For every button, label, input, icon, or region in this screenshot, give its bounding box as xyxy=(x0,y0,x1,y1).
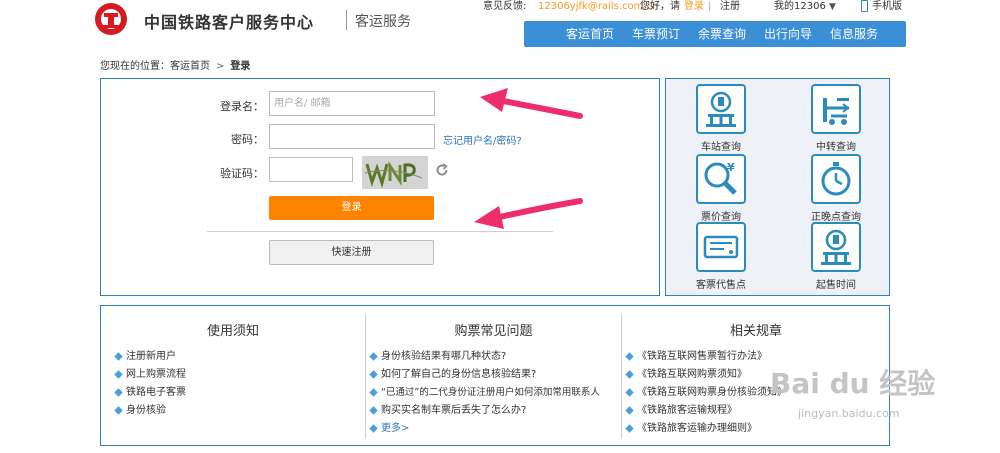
my-12306-menu[interactable]: 我的12306 xyxy=(774,0,826,14)
diamond-bullet-icon xyxy=(625,424,634,433)
service-sale-time[interactable]: 起售时间 xyxy=(796,219,876,291)
diamond-bullet-icon xyxy=(369,388,378,397)
breadcrumb-separator: > xyxy=(216,61,225,72)
diamond-bullet-icon xyxy=(625,406,634,415)
diamond-bullet-icon xyxy=(114,370,123,379)
ticket-agent-icon xyxy=(696,222,746,272)
list-item[interactable]: “已通过”的二代身份证注册用户如何添加常用联系人 xyxy=(369,384,600,402)
more-link[interactable]: 更多> xyxy=(369,420,600,438)
nav-item-booking[interactable]: 车票预订 xyxy=(632,21,680,47)
site-title: 中国铁路客户服务中心 xyxy=(144,13,315,32)
list-item[interactable]: 身份核验结果有哪几种状态? xyxy=(369,348,600,366)
form-divider xyxy=(207,231,553,232)
regulations-list: 《铁路互联网售票暂行办法》 《铁路互联网购票须知》 《铁路互联网购票身份核验须知… xyxy=(625,348,787,438)
service-label: 客票代售点 xyxy=(696,280,746,291)
quick-service-panel: 车站查询 中转查询 ¥ 票价查询 正晚点查询 客票代售点 起售时间 xyxy=(665,78,890,296)
price-search-icon: ¥ xyxy=(696,154,746,204)
mobile-version-link[interactable]: 手机版 xyxy=(872,0,902,14)
station-icon xyxy=(696,84,746,134)
list-item[interactable]: 如何了解自己的身份信息核验结果? xyxy=(369,366,600,384)
column-title: 使用须知 xyxy=(206,324,259,339)
usage-notice-list: 注册新用户 网上购票流程 铁路电子客票 身份核验 xyxy=(114,348,186,420)
clock-icon xyxy=(811,154,861,204)
list-item[interactable]: 《铁路互联网售票暂行办法》 xyxy=(625,348,787,366)
faq-column: 购票常见问题 身份核验结果有哪几种状态? 如何了解自己的身份信息核验结果? “已… xyxy=(366,306,621,447)
nav-item-remaining-tickets[interactable]: 余票查询 xyxy=(698,21,746,47)
site-header: 中国铁路客户服务中心 客运服务 意见反馈: 12306yjfk@rails.co… xyxy=(0,0,1000,48)
password-input[interactable] xyxy=(269,124,435,149)
list-item[interactable]: 《铁路互联网购票须知》 xyxy=(625,366,787,384)
service-price-query[interactable]: ¥ 票价查询 xyxy=(681,151,761,223)
usage-notice-column: 使用须知 注册新用户 网上购票流程 铁路电子客票 身份核验 xyxy=(101,306,365,447)
list-item[interactable]: 《铁路旅客运输办理细则》 xyxy=(625,420,787,438)
column-title: 相关规章 xyxy=(729,324,782,339)
chevron-down-icon[interactable]: ▼ xyxy=(829,0,836,14)
breadcrumb-home-link[interactable]: 客运首页 xyxy=(170,61,210,72)
topbar-divider: | xyxy=(708,1,712,12)
service-delay-query[interactable]: 正晚点查询 xyxy=(796,151,876,223)
service-label: 起售时间 xyxy=(816,280,856,291)
login-button[interactable]: 登录 xyxy=(269,196,434,220)
breadcrumb-prefix: 您现在的位置： xyxy=(100,61,170,72)
breadcrumb: 您现在的位置：客运首页 > 登录 xyxy=(100,57,250,72)
watermark-url: jingyan.baidu.com xyxy=(798,407,900,420)
title-divider xyxy=(346,10,347,30)
list-item[interactable]: 铁路电子客票 xyxy=(114,384,186,402)
transfer-icon xyxy=(811,84,861,134)
captcha-label: 验证码： xyxy=(220,167,264,180)
diamond-bullet-icon xyxy=(114,388,123,397)
login-panel: 登录名： 密码： 忘记用户名/密码? 验证码： 登录 快速注册 xyxy=(100,78,660,296)
list-item[interactable]: 购买实名制车票后丢失了怎么办? xyxy=(369,402,600,420)
password-label: 密码： xyxy=(231,133,264,146)
forgot-password-link[interactable]: 忘记用户名/密码? xyxy=(443,132,522,147)
list-item[interactable]: 《铁路互联网购票身份核验须知》 xyxy=(625,384,787,402)
service-ticket-agent[interactable]: 客票代售点 xyxy=(681,219,761,291)
diamond-bullet-icon xyxy=(369,406,378,415)
username-input[interactable] xyxy=(269,91,435,116)
faq-list: 身份核验结果有哪几种状态? 如何了解自己的身份信息核验结果? “已通过”的二代身… xyxy=(369,348,600,438)
diamond-bullet-icon xyxy=(625,352,634,361)
quick-register-button[interactable]: 快速注册 xyxy=(269,240,434,265)
username-label: 登录名： xyxy=(220,100,264,113)
list-item[interactable]: 网上购票流程 xyxy=(114,366,186,384)
service-transfer-query[interactable]: 中转查询 xyxy=(796,81,876,153)
diamond-bullet-icon xyxy=(369,424,378,433)
diamond-bullet-icon xyxy=(625,388,634,397)
sale-time-icon xyxy=(811,222,861,272)
diamond-bullet-icon xyxy=(114,352,123,361)
refresh-icon[interactable] xyxy=(435,163,449,177)
mobile-phone-icon[interactable] xyxy=(861,0,868,12)
diamond-bullet-icon xyxy=(369,352,378,361)
svg-text:¥: ¥ xyxy=(727,161,735,174)
watermark-main: Bai du 经验 xyxy=(770,367,936,400)
diamond-bullet-icon xyxy=(369,370,378,379)
breadcrumb-current: 登录 xyxy=(230,61,251,72)
nav-item-home[interactable]: 客运首页 xyxy=(566,21,614,47)
header-login-link[interactable]: 登录 xyxy=(684,0,704,14)
captcha-input[interactable] xyxy=(269,157,353,182)
list-item[interactable]: 注册新用户 xyxy=(114,348,186,366)
service-station-query[interactable]: 车站查询 xyxy=(681,81,761,153)
china-railway-logo-icon[interactable] xyxy=(94,2,128,36)
nav-item-info-service[interactable]: 信息服务 xyxy=(830,21,878,47)
greeting-text: 您好，请 xyxy=(640,1,680,12)
baidu-jingyan-watermark: Bai du 经验 jingyan.baidu.com xyxy=(770,362,940,432)
list-item[interactable]: 《铁路旅客运输规程》 xyxy=(625,402,787,420)
list-item[interactable]: 身份核验 xyxy=(114,402,186,420)
main-nav: 客运首页 车票预订 余票查询 出行向导 信息服务 xyxy=(524,21,906,47)
diamond-bullet-icon xyxy=(625,370,634,379)
column-title: 购票常见问题 xyxy=(454,324,533,339)
site-subtitle: 客运服务 xyxy=(355,14,411,30)
captcha-image[interactable] xyxy=(362,156,428,189)
header-register-link[interactable]: 注册 xyxy=(720,0,740,14)
nav-item-travel-guide[interactable]: 出行向导 xyxy=(764,21,812,47)
feedback-label: 意见反馈: xyxy=(483,1,527,12)
diamond-bullet-icon xyxy=(114,406,123,415)
